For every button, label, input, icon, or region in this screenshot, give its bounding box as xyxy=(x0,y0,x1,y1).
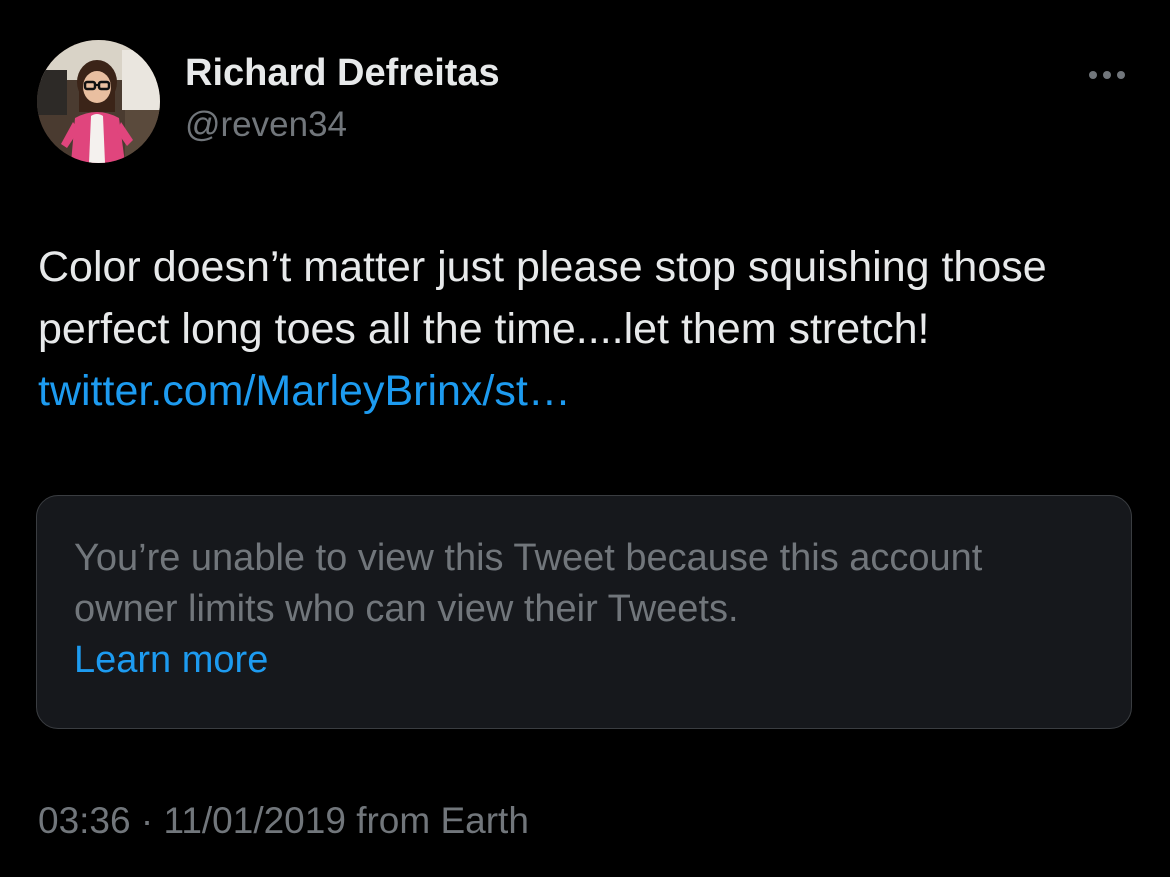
unavailable-quote-card: You’re unable to view this Tweet because… xyxy=(36,495,1132,729)
quote-unavailable-message: You’re unable to view this Tweet because… xyxy=(74,537,983,630)
more-horizontal-icon xyxy=(1089,71,1125,79)
tweet-metadata: 03:36 · 11/01/2019 from Earth xyxy=(38,800,529,842)
avatar-photo xyxy=(37,40,160,163)
learn-more-link[interactable]: Learn more xyxy=(74,635,1074,686)
author-display-name[interactable]: Richard Defreitas xyxy=(185,52,500,95)
tweet-container: Richard Defreitas @reven34 Color doesn’t… xyxy=(0,0,1170,877)
tweet-text: Color doesn’t matter just please stop sq… xyxy=(38,243,1047,353)
tweet-body: Color doesn’t matter just please stop sq… xyxy=(38,236,1128,422)
meta-separator: · xyxy=(130,800,164,841)
avatar[interactable] xyxy=(37,40,160,163)
tweet-date[interactable]: 11/01/2019 xyxy=(163,800,345,841)
author-handle[interactable]: @reven34 xyxy=(185,105,347,145)
tweet-time[interactable]: 03:36 xyxy=(38,800,131,841)
tweet-link[interactable]: twitter.com/MarleyBrinx/st… xyxy=(38,367,571,415)
quote-unavailable-message-block: You’re unable to view this Tweet because… xyxy=(74,533,1074,686)
tweet-source: from Earth xyxy=(345,800,529,841)
more-options-button[interactable] xyxy=(1082,58,1132,92)
